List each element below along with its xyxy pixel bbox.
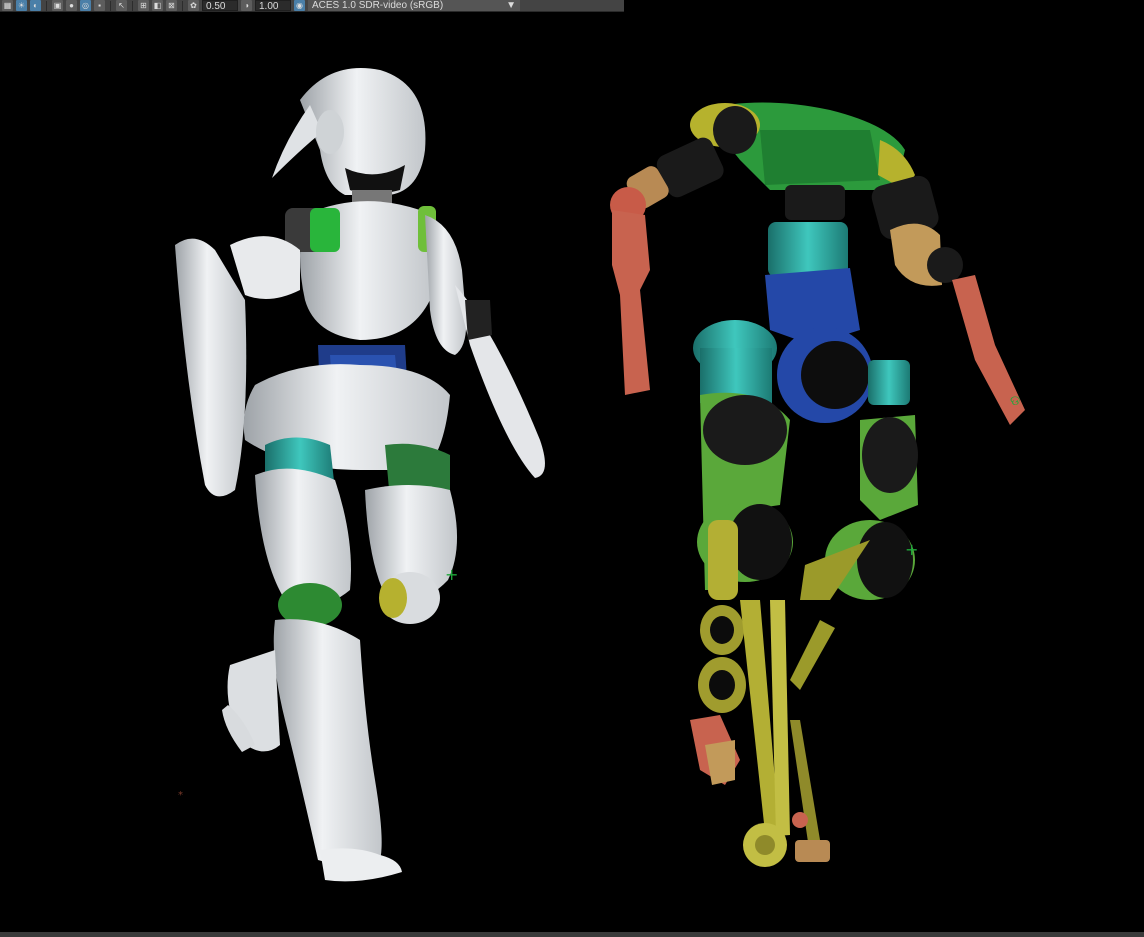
textured-icon[interactable]: ▣ [52, 0, 63, 11]
scene-render: + ଡ + * [175, 68, 1025, 882]
camera-icon[interactable]: ◧ [152, 0, 163, 11]
svg-text:ଡ: ଡ [1010, 393, 1020, 409]
origin-marker: * [178, 790, 183, 801]
grid-icon[interactable]: ▦ [2, 0, 13, 11]
select-icon[interactable]: ↖ [116, 0, 127, 11]
resolution-gate-icon[interactable]: ⊠ [166, 0, 177, 11]
color-management-icon[interactable]: ◉ [294, 0, 305, 11]
gamma-icon[interactable]: ◑ [241, 0, 252, 11]
3d-viewport[interactable]: + ଡ + * [0, 12, 1144, 932]
svg-text:+: + [445, 565, 458, 584]
snap-icon[interactable]: ⊞ [138, 0, 149, 11]
wireframe-icon[interactable]: ▪ [94, 0, 105, 11]
color-space-label: ACES 1.0 SDR-video (sRGB) [312, 0, 444, 11]
isolate-icon[interactable]: ● [66, 0, 77, 11]
gamma-field[interactable]: 1.00 [255, 0, 291, 12]
shelled-humanoid-robot[interactable]: + [175, 68, 545, 882]
toolbar-divider [182, 0, 183, 11]
toolbar-divider [110, 0, 111, 11]
exposed-mechanical-robot[interactable]: ଡ + [610, 102, 1025, 868]
svg-text:+: + [905, 540, 918, 559]
shaded-icon[interactable]: ◐ [30, 0, 41, 11]
toolbar-divider [132, 0, 133, 11]
dropdown-arrow-icon: ▼ [506, 0, 516, 11]
light-icon[interactable]: ☀ [16, 0, 27, 11]
color-space-dropdown[interactable]: ACES 1.0 SDR-video (sRGB) ▼ [308, 0, 520, 11]
xray-icon[interactable]: ◎ [80, 0, 91, 11]
viewport-bottom-border [0, 932, 1144, 937]
toolbar-divider [46, 0, 47, 11]
exposure-icon[interactable]: ✿ [188, 0, 199, 11]
exposure-field[interactable]: 0.50 [202, 0, 238, 12]
viewport-toolbar: ▦ ☀ ◐ ▣ ● ◎ ▪ ↖ ⊞ ◧ ⊠ ✿ 0.50 ◑ 1.00 ◉ AC… [0, 0, 624, 12]
